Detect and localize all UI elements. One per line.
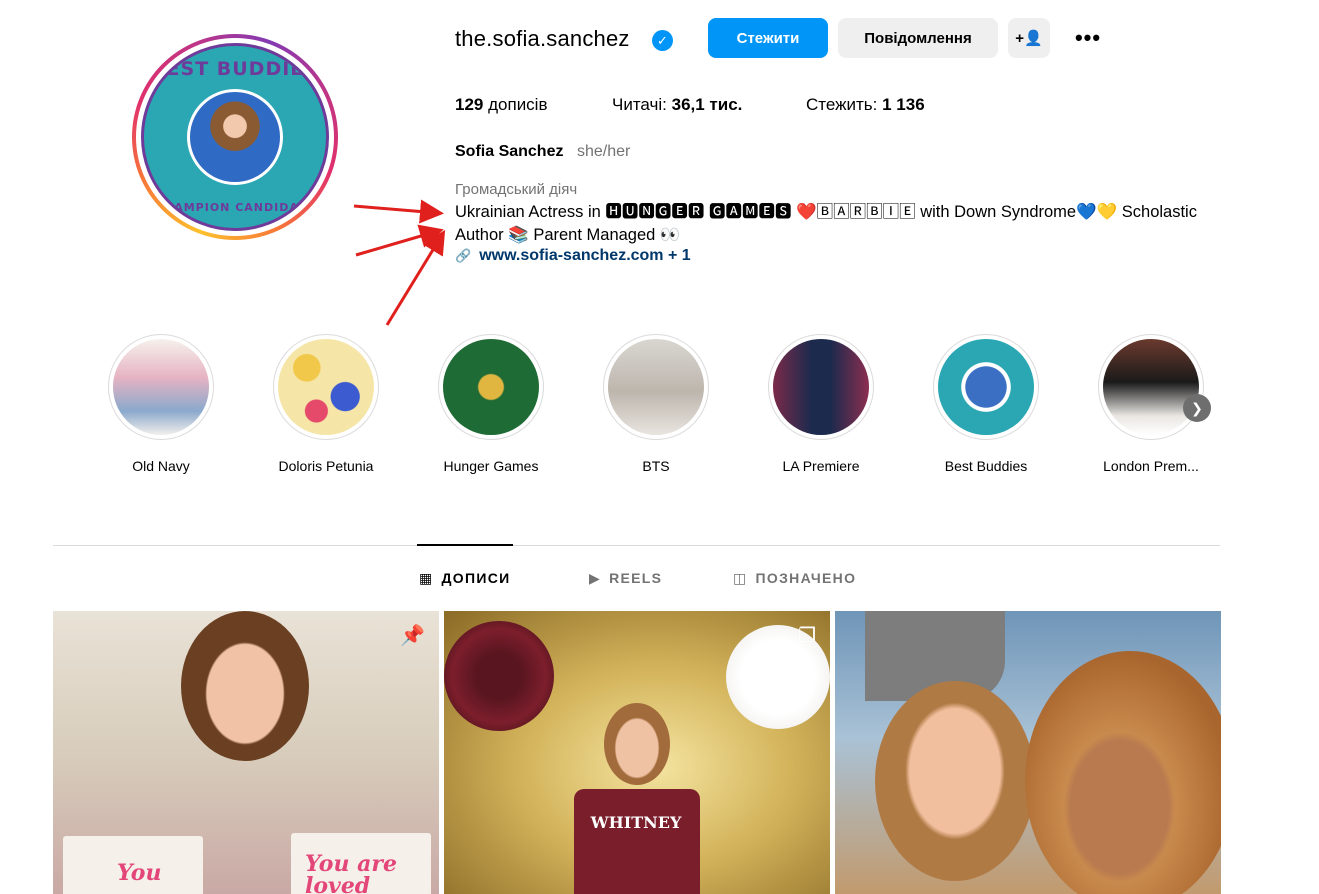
posts-count: 129 — [455, 95, 484, 114]
highlight-la-premiere[interactable]: LA Premiere — [756, 334, 886, 474]
highlight-cover — [603, 334, 709, 440]
highlight-image — [443, 339, 539, 435]
pin-icon: 📌 — [400, 625, 425, 647]
more-icon: ••• — [1074, 25, 1102, 50]
highlight-image — [113, 339, 209, 435]
highlight-doloris-petunia[interactable]: Doloris Petunia — [261, 334, 391, 474]
arrow-2 — [355, 224, 444, 257]
avatar-inner: BEST BUDDIES CHAMPION CANDIDATE — [136, 38, 334, 236]
following-count: 1 136 — [882, 95, 925, 114]
highlight-label: London Prem... — [1103, 458, 1199, 474]
bio-line-2: Author 📚 Parent Managed 👀 — [455, 226, 681, 244]
profile-full-name: Sofia Sanchez — [455, 143, 564, 160]
highlight-cover — [438, 334, 544, 440]
grid-icon: ▦ — [419, 570, 434, 586]
follow-button[interactable]: Стежити — [708, 18, 828, 58]
posts-label: дописів — [488, 95, 548, 114]
highlight-image — [278, 339, 374, 435]
tab-tagged[interactable]: ◫ ПОЗНАЧЕНО — [733, 570, 856, 587]
tab-active-indicator — [417, 544, 513, 546]
cheer-uniform: WHITNEY — [574, 789, 700, 894]
book-title: You are loved — [305, 851, 397, 894]
highlight-hunger-games[interactable]: Hunger Games — [426, 334, 556, 474]
profile-link[interactable]: 🔗 www.sofia-sanchez.com + 1 — [455, 247, 691, 265]
tab-reels[interactable]: ▶ REELS — [589, 570, 662, 587]
post-photo-subject — [604, 703, 670, 785]
followers-count: 36,1 тис. — [671, 95, 743, 114]
avatar-image: BEST BUDDIES CHAMPION CANDIDATE — [141, 43, 329, 231]
highlight-image — [938, 339, 1034, 435]
uniform-text: WHITNEY — [590, 813, 682, 832]
stat-following[interactable]: Стежить: 1 136 — [806, 95, 925, 115]
highlight-best-buddies[interactable]: Best Buddies — [921, 334, 1051, 474]
highlight-label: Old Navy — [132, 458, 190, 474]
annotation-arrows — [353, 199, 446, 326]
highlight-label: Doloris Petunia — [278, 458, 374, 474]
pompom-left — [444, 621, 554, 731]
highlight-label: Hunger Games — [443, 458, 539, 474]
highlight-image — [773, 339, 869, 435]
profile-avatar[interactable]: BEST BUDDIES CHAMPION CANDIDATE — [132, 34, 338, 240]
highlight-cover — [273, 334, 379, 440]
highlight-old-navy[interactable]: Old Navy — [96, 334, 226, 474]
profile-category: Громадський діяч — [455, 181, 578, 198]
avatar-text-bottom: CHAMPION CANDIDATE — [154, 201, 316, 214]
book-title: You are — [117, 860, 162, 894]
bio-line-1: Ukrainian Actress in 🅷🆄🅽🅶🅴🆁 🅶🅰🅼🅴🆂 ❤️🄱🄰🅁🄱… — [455, 203, 1197, 221]
tabs-divider — [53, 545, 1220, 546]
stat-posts: 129 дописів — [455, 95, 548, 115]
carousel-icon: ❐ — [798, 625, 816, 647]
followers-label: Читачі: — [612, 95, 667, 114]
post-photo-subject-2 — [1025, 651, 1221, 894]
tab-label: ДОПИСИ — [441, 570, 511, 586]
highlight-label: BTS — [642, 458, 670, 474]
tab-label: REELS — [609, 570, 663, 586]
post-photo-subject — [875, 681, 1035, 881]
profile-pronouns: she/her — [577, 143, 631, 160]
arrow-1 — [353, 199, 444, 224]
highlights-next-icon[interactable]: ❯ — [1183, 394, 1211, 422]
highlight-image — [608, 339, 704, 435]
highlight-label: Best Buddies — [944, 458, 1028, 474]
add-user-icon: +👤 — [1015, 30, 1043, 47]
highlight-cover — [768, 334, 874, 440]
post-thumbnail[interactable]: You are You are loved 📌 — [53, 611, 439, 894]
following-label: Стежить: — [806, 95, 878, 114]
profile-bio: Ukrainian Actress in 🅷🆄🅽🅶🅴🆁 🅶🅰🅼🅴🆂 ❤️🄱🄰🅁🄱… — [455, 201, 1215, 247]
add-user-button[interactable]: +👤 — [1008, 18, 1050, 58]
highlight-cover — [933, 334, 1039, 440]
post-thumbnail[interactable]: WHITNEY ❐ — [444, 611, 830, 894]
profile-username: the.sofia.sanchez — [455, 26, 630, 51]
avatar-photo — [187, 89, 283, 185]
tagged-icon: ◫ — [733, 570, 748, 586]
stat-followers[interactable]: Читачі: 36,1 тис. — [612, 95, 742, 115]
message-button[interactable]: Повідомлення — [838, 18, 998, 58]
highlight-cover — [108, 334, 214, 440]
profile-link-text: www.sofia-sanchez.com + 1 — [479, 247, 691, 264]
highlight-label: LA Premiere — [782, 458, 860, 474]
book-cover: You are — [63, 836, 203, 894]
arrow-3 — [385, 229, 446, 326]
tab-posts[interactable]: ▦ ДОПИСИ — [419, 570, 511, 587]
post-photo-subject — [181, 611, 309, 761]
reels-icon: ▶ — [589, 570, 602, 586]
book-cover: You are loved — [291, 833, 431, 894]
post-thumbnail[interactable] — [835, 611, 1221, 894]
highlight-bts[interactable]: BTS — [591, 334, 721, 474]
tab-label: ПОЗНАЧЕНО — [755, 570, 857, 586]
verified-badge-icon: ✓ — [652, 30, 673, 51]
highlight-image — [1103, 339, 1199, 435]
avatar-text-top: BEST BUDDIES — [151, 58, 319, 80]
more-options-button[interactable]: ••• — [1068, 24, 1108, 52]
highlight-cover — [1098, 334, 1204, 440]
